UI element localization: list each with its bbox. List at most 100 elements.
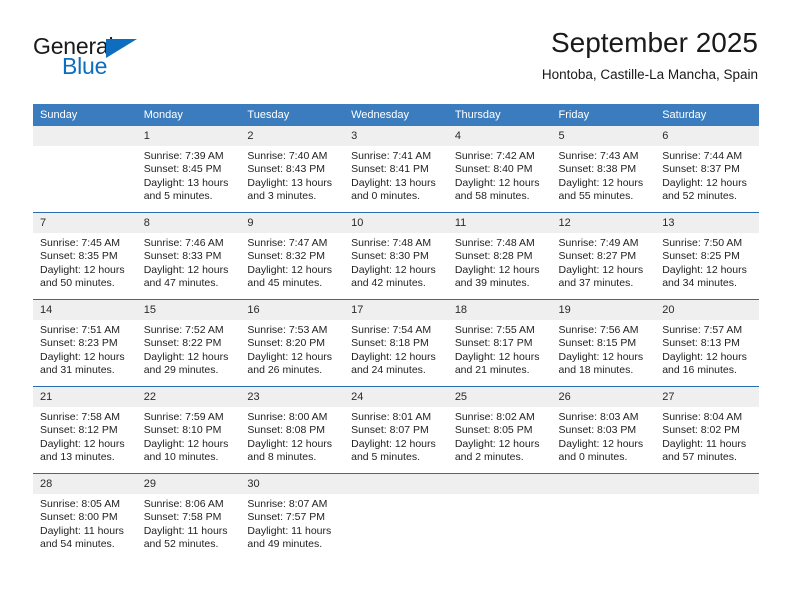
calendar-day-cell[interactable]: 12 Sunrise: 7:49 AM Sunset: 8:27 PM Dayligh… (551, 212, 656, 300)
calendar-day-cell[interactable]: 27 Sunrise: 8:04 AM Sunset: 8:02 PM Dayligh… (655, 386, 759, 474)
sunrise-time: Sunrise: 7:53 AM (247, 324, 328, 336)
sunset-time: Sunset: 8:00 PM (40, 511, 118, 524)
day-details: Sunrise: 7:41 AM Sunset: 8:41 PM Daylight:… (344, 146, 448, 212)
daylight-duration-line1: Daylight: 12 hours (558, 176, 644, 189)
sunrise-time: Sunrise: 7:45 AM (40, 237, 120, 249)
daylight-duration-line1: Daylight: 11 hours (662, 437, 747, 450)
day-details: Sunrise: 7:53 AM Sunset: 8:20 PM Daylight:… (240, 320, 344, 386)
generalblue-logo[interactable]: General Blue (33, 33, 203, 81)
sunset-time: Sunset: 7:58 PM (143, 511, 222, 524)
day-number (33, 126, 137, 146)
calendar-day-cell[interactable]: 11 Sunrise: 7:48 AM Sunset: 8:28 PM Dayligh… (447, 212, 552, 300)
daylight-duration-line2: and 39 minutes. (454, 277, 530, 290)
day-details: Sunrise: 8:01 AM Sunset: 8:07 PM Daylight:… (344, 407, 448, 473)
page-title: September 2025 (550, 27, 758, 58)
daylight-duration-line1: Daylight: 12 hours (40, 350, 125, 363)
day-details: Sunrise: 7:49 AM Sunset: 8:27 PM Daylight:… (552, 233, 656, 299)
calendar-day-cell[interactable]: 17 Sunrise: 7:54 AM Sunset: 8:18 PM Dayligh… (344, 299, 448, 387)
calendar-day-cell[interactable]: 2 Sunrise: 7:40 AM Sunset: 8:43 PM Daylight… (240, 126, 345, 213)
calendar-week-row: 28 Sunrise: 8:05 AM Sunset: 8:00 PM Dayligh… (33, 473, 759, 560)
calendar-week-row: 7 Sunrise: 7:45 AM Sunset: 8:35 PM Daylight… (33, 212, 759, 300)
daylight-duration-line1: Daylight: 11 hours (143, 524, 228, 537)
calendar-day-cell[interactable]: 13 Sunrise: 7:50 AM Sunset: 8:25 PM Dayligh… (655, 212, 759, 300)
daylight-duration-line2: and 55 minutes. (558, 190, 634, 203)
calendar-day-cell[interactable]: 6 Sunrise: 7:44 AM Sunset: 8:37 PM Daylight… (655, 126, 759, 213)
weekday-header-tuesday: Tuesday (240, 104, 345, 126)
calendar-body: 1 Sunrise: 7:39 AM Sunset: 8:45 PM Daylight… (33, 126, 759, 560)
daylight-duration-line1: Daylight: 12 hours (143, 263, 229, 276)
calendar-day-cell[interactable]: 24 Sunrise: 8:01 AM Sunset: 8:07 PM Dayligh… (344, 386, 448, 474)
calendar-header-row: Sunday Monday Tuesday Wednesday Thursday… (33, 104, 759, 126)
calendar-day-cell[interactable]: 7 Sunrise: 7:45 AM Sunset: 8:35 PM Daylight… (33, 212, 137, 300)
day-number: 13 (655, 213, 759, 233)
sunrise-time: Sunrise: 8:00 AM (247, 411, 328, 423)
sunset-time: Sunset: 8:30 PM (351, 250, 429, 263)
calendar-day-cell[interactable]: 4 Sunrise: 7:42 AM Sunset: 8:40 PM Daylight… (447, 126, 552, 213)
sunrise-time: Sunrise: 8:05 AM (40, 498, 120, 510)
daylight-duration-line2: and 13 minutes. (40, 451, 115, 464)
calendar-day-cell[interactable]: 8 Sunrise: 7:46 AM Sunset: 8:33 PM Daylight… (136, 212, 241, 300)
sunrise-time: Sunrise: 7:42 AM (454, 150, 535, 162)
day-details: Sunrise: 7:51 AM Sunset: 8:23 PM Daylight:… (33, 320, 137, 386)
calendar-page: General Blue September 2025 Hontoba, Cas… (0, 0, 792, 612)
day-details (655, 494, 759, 560)
day-number: 17 (344, 300, 448, 320)
calendar-day-cell[interactable]: 25 Sunrise: 8:02 AM Sunset: 8:05 PM Dayligh… (447, 386, 552, 474)
daylight-duration-line2: and 21 minutes. (454, 364, 530, 377)
calendar-day-cell[interactable]: 19 Sunrise: 7:56 AM Sunset: 8:15 PM Dayligh… (551, 299, 656, 387)
calendar-day-cell-empty (344, 473, 448, 560)
calendar-day-cell[interactable]: 5 Sunrise: 7:43 AM Sunset: 8:38 PM Daylight… (551, 126, 656, 213)
calendar-day-cell[interactable]: 28 Sunrise: 8:05 AM Sunset: 8:00 PM Dayligh… (33, 473, 137, 560)
calendar-day-cell[interactable]: 26 Sunrise: 8:03 AM Sunset: 8:03 PM Dayligh… (551, 386, 656, 474)
day-number: 26 (551, 387, 656, 407)
day-number: 3 (344, 126, 448, 146)
day-details: Sunrise: 7:57 AM Sunset: 8:13 PM Daylight:… (655, 320, 759, 386)
page-header: General Blue September 2025 Hontoba, Cas… (0, 0, 792, 98)
sunrise-time: Sunrise: 7:41 AM (351, 150, 432, 162)
daylight-duration-line2: and 47 minutes. (143, 277, 219, 290)
sunrise-time: Sunrise: 7:48 AM (351, 237, 432, 249)
sunrise-time: Sunrise: 7:46 AM (143, 237, 224, 249)
calendar-day-cell[interactable]: 21 Sunrise: 7:58 AM Sunset: 8:12 PM Dayligh… (33, 386, 137, 474)
triangle-icon (106, 39, 137, 58)
day-number: 4 (447, 126, 552, 146)
calendar-day-cell[interactable]: 15 Sunrise: 7:52 AM Sunset: 8:22 PM Dayligh… (136, 299, 241, 387)
day-number: 22 (136, 387, 241, 407)
calendar-day-cell[interactable]: 1 Sunrise: 7:39 AM Sunset: 8:45 PM Daylight… (136, 126, 241, 213)
calendar-day-cell[interactable]: 20 Sunrise: 7:57 AM Sunset: 8:13 PM Dayligh… (655, 299, 759, 387)
calendar-day-cell[interactable]: 16 Sunrise: 7:53 AM Sunset: 8:20 PM Dayligh… (240, 299, 345, 387)
calendar-day-cell[interactable]: 3 Sunrise: 7:41 AM Sunset: 8:41 PM Daylight… (344, 126, 448, 213)
sunset-time: Sunset: 8:13 PM (662, 337, 740, 350)
day-details (552, 494, 656, 560)
sunset-time: Sunset: 8:40 PM (454, 163, 533, 176)
calendar-day-cell[interactable]: 10 Sunrise: 7:48 AM Sunset: 8:30 PM Dayligh… (344, 212, 448, 300)
daylight-duration-line2: and 57 minutes. (662, 451, 737, 464)
sunset-time: Sunset: 8:45 PM (143, 163, 222, 176)
day-details: Sunrise: 7:47 AM Sunset: 8:32 PM Daylight:… (240, 233, 344, 299)
weekday-header-friday: Friday (551, 104, 656, 126)
daylight-duration-line1: Daylight: 12 hours (662, 176, 747, 189)
calendar-day-cell-empty (551, 473, 656, 560)
calendar-day-cell[interactable]: 29 Sunrise: 8:06 AM Sunset: 7:58 PM Dayligh… (136, 473, 241, 560)
calendar-day-cell[interactable]: 30 Sunrise: 8:07 AM Sunset: 7:57 PM Dayligh… (240, 473, 345, 560)
sunrise-time: Sunrise: 8:03 AM (558, 411, 639, 423)
daylight-duration-line2: and 0 minutes. (351, 190, 420, 203)
sunset-time: Sunset: 8:35 PM (40, 250, 118, 263)
day-details: Sunrise: 7:45 AM Sunset: 8:35 PM Daylight:… (33, 233, 137, 299)
calendar-day-cell[interactable]: 22 Sunrise: 7:59 AM Sunset: 8:10 PM Dayligh… (136, 386, 241, 474)
daylight-duration-line2: and 49 minutes. (247, 538, 323, 551)
daylight-duration-line1: Daylight: 12 hours (143, 437, 229, 450)
calendar-day-cell[interactable]: 18 Sunrise: 7:55 AM Sunset: 8:17 PM Dayligh… (447, 299, 552, 387)
calendar-day-cell[interactable]: 9 Sunrise: 7:47 AM Sunset: 8:32 PM Daylight… (240, 212, 345, 300)
daylight-duration-line2: and 52 minutes. (143, 538, 219, 551)
daylight-duration-line2: and 16 minutes. (662, 364, 737, 377)
calendar-day-cell[interactable]: 23 Sunrise: 8:00 AM Sunset: 8:08 PM Dayligh… (240, 386, 345, 474)
day-details: Sunrise: 7:44 AM Sunset: 8:37 PM Daylight:… (655, 146, 759, 212)
calendar-day-cell[interactable]: 14 Sunrise: 7:51 AM Sunset: 8:23 PM Dayligh… (33, 299, 137, 387)
day-details (33, 146, 137, 212)
sunset-time: Sunset: 8:18 PM (351, 337, 429, 350)
sunrise-time: Sunrise: 7:48 AM (454, 237, 535, 249)
day-details: Sunrise: 7:50 AM Sunset: 8:25 PM Daylight:… (655, 233, 759, 299)
day-number: 21 (33, 387, 137, 407)
day-details: Sunrise: 7:48 AM Sunset: 8:30 PM Daylight:… (344, 233, 448, 299)
